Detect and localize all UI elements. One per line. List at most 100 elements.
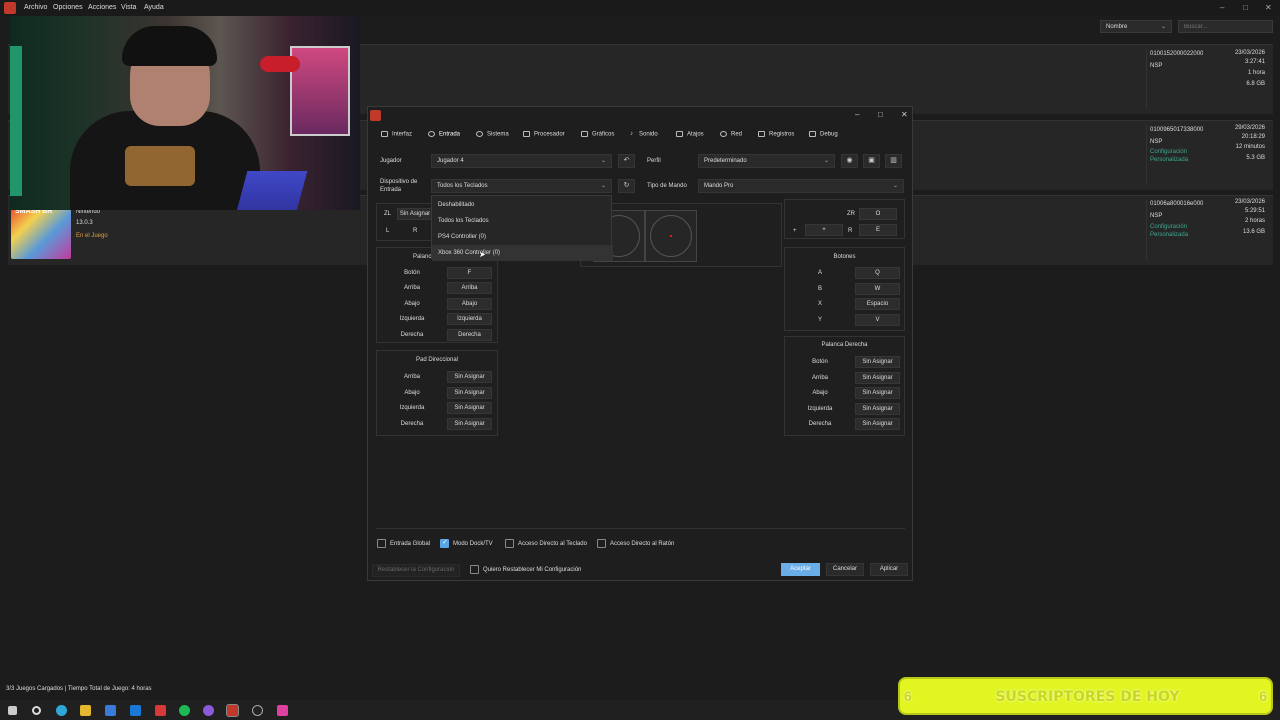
y-binding-button[interactable]: V (855, 314, 900, 326)
menu-vista[interactable]: Vista (121, 4, 136, 11)
last-played-time: 20:18:29 (1241, 134, 1265, 140)
delete-profile-button[interactable]: ▥ (885, 154, 902, 168)
zr-binding-button[interactable]: O (859, 208, 897, 220)
profile-select[interactable]: Predeterminado ⌄ (698, 154, 835, 168)
dialog-close-button[interactable]: ✕ (901, 110, 908, 119)
menu-opciones[interactable]: Opciones (53, 4, 83, 11)
dpad-right-binding[interactable]: Sin Asignar (447, 418, 492, 430)
save-profile-button[interactable]: ▣ (863, 154, 880, 168)
windows-start-icon[interactable] (8, 706, 17, 715)
zl-binding-button[interactable]: Sin Asignar (397, 208, 433, 220)
global-input-checkbox[interactable] (377, 539, 386, 548)
search-icon[interactable] (32, 706, 41, 715)
controller-type-select[interactable]: Mando Pro ⌄ (698, 179, 904, 193)
right-shoulder-panel: ZR O + + R E (784, 199, 905, 239)
accept-button[interactable]: Aceptar (781, 563, 820, 576)
ryujinx-taskbar-icon[interactable] (226, 704, 239, 717)
spotify-icon[interactable] (179, 705, 190, 716)
tab-interfaz[interactable]: Interfaz (381, 131, 412, 138)
dropdown-option-ps4[interactable]: PS4 Controller (0) (432, 229, 613, 245)
tab-sonido[interactable]: ♪ Sonido (630, 131, 658, 138)
apply-button[interactable]: Aplicar (870, 563, 908, 576)
direct-keyboard-checkbox[interactable] (505, 539, 514, 548)
tab-registros[interactable]: Registros (758, 131, 794, 138)
menu-ayuda[interactable]: Ayuda (144, 4, 164, 11)
menu-archivo[interactable]: Archivo (24, 4, 47, 11)
store-icon[interactable] (105, 705, 116, 716)
folder-icon[interactable] (80, 705, 91, 716)
right-stick-down-binding[interactable]: Sin Asignar (855, 387, 900, 399)
file-format: NSP (1150, 63, 1163, 69)
edge-icon[interactable] (56, 705, 67, 716)
cancel-button[interactable]: Cancelar (826, 563, 864, 576)
tab-red[interactable]: Red (720, 131, 742, 138)
maximize-button[interactable]: □ (1243, 3, 1248, 12)
dialog-maximize-button[interactable]: □ (878, 110, 883, 119)
microphone (260, 56, 300, 72)
dpad-down-binding[interactable]: Sin Asignar (447, 387, 492, 399)
player-label: Jugador (380, 158, 402, 164)
tab-sistema[interactable]: Sistema (476, 131, 509, 138)
direct-mouse-checkbox[interactable] (597, 539, 606, 548)
dpad-up-binding[interactable]: Sin Asignar (447, 371, 492, 383)
chevron-down-icon: ⌄ (600, 158, 606, 164)
refresh-button[interactable]: ↻ (618, 179, 635, 193)
gear-icon (476, 131, 483, 137)
controller-type-label: Tipo de Mando (647, 183, 687, 189)
settings-dialog: – □ ✕ Interfaz Entrada Sistema Procesado… (367, 106, 913, 581)
left-stick-down-binding[interactable]: Abajo (447, 298, 492, 310)
right-stick-left-binding[interactable]: Sin Asignar (855, 403, 900, 415)
app-icon[interactable] (277, 705, 288, 716)
sort-select[interactable]: Nombre ⌄ (1100, 20, 1172, 33)
direct-mouse-label: Acceso Directo al Ratón (610, 541, 675, 547)
right-stick-button-binding[interactable]: Sin Asignar (855, 356, 900, 368)
left-stick-button-binding[interactable]: F (447, 267, 492, 279)
discord-icon[interactable] (203, 705, 214, 716)
tab-procesador[interactable]: Procesador (523, 131, 565, 138)
input-device-select[interactable]: Todos los Teclados ⌄ (431, 179, 612, 193)
a-binding-button[interactable]: Q (855, 267, 900, 279)
right-stick-panel: Palanca Derecha Botón Sin Asignar Arriba… (784, 336, 905, 436)
mouse-cursor-icon: ➤ (479, 250, 486, 259)
obs-icon[interactable] (252, 705, 263, 716)
media-icon[interactable] (155, 705, 166, 716)
tab-graficos[interactable]: Gráficos (581, 131, 614, 138)
dpad-left-binding[interactable]: Sin Asignar (447, 402, 492, 414)
search-input[interactable] (1178, 20, 1273, 33)
right-stick-right-binding[interactable]: Sin Asignar (855, 418, 900, 430)
title-id: 01006a800016e000 (1150, 201, 1204, 207)
zl-label: ZL (384, 211, 392, 217)
game-cover-image[interactable]: SMASH BR (11, 207, 71, 259)
close-button[interactable]: ✕ (1265, 3, 1272, 12)
undo-button[interactable]: ↶ (618, 154, 635, 168)
dropdown-option-xbox360[interactable]: Xbox 360 Controller (0) (432, 245, 613, 261)
b-binding-button[interactable]: W (855, 283, 900, 295)
reset-settings-button[interactable]: Restablecer la Configuración (372, 564, 460, 577)
dropdown-option-disabled[interactable]: Deshabilitado (432, 197, 613, 213)
right-stick-up-binding[interactable]: Sin Asignar (855, 372, 900, 384)
plus-label: + (793, 228, 797, 234)
dock-mode-checkbox[interactable]: ✓ (440, 539, 449, 548)
r-binding-button[interactable]: E (859, 224, 897, 236)
y-label: Y (817, 317, 822, 323)
reset-confirm-label: Quiero Restablecer Mi Configuración (483, 567, 582, 573)
load-profile-button[interactable]: ◉ (841, 154, 858, 168)
x-binding-button[interactable]: Espacio (855, 298, 900, 310)
left-stick-up-binding[interactable]: Arriba (447, 282, 492, 294)
plus-binding-button[interactable]: + (805, 224, 843, 236)
graphics-icon (581, 131, 588, 137)
left-stick-right-binding[interactable]: Derecha (447, 329, 492, 341)
reset-confirm-checkbox[interactable] (470, 565, 479, 574)
dialog-minimize-button[interactable]: – (855, 110, 859, 119)
menu-acciones[interactable]: Acciones (88, 4, 116, 11)
left-stick-right-label: Derecha (400, 332, 424, 338)
tab-entrada[interactable]: Entrada (428, 131, 460, 138)
r-label: R (413, 228, 418, 234)
left-stick-left-binding[interactable]: Izquierda (447, 313, 492, 325)
player-select[interactable]: Jugador 4 ⌄ (431, 154, 612, 168)
mail-icon[interactable] (130, 705, 141, 716)
tab-atajos[interactable]: Atajos (676, 131, 704, 138)
dropdown-option-all-keyboards[interactable]: Todos los Teclados (432, 213, 613, 229)
tab-debug[interactable]: Debug (809, 131, 838, 138)
minimize-button[interactable]: – (1220, 3, 1224, 12)
